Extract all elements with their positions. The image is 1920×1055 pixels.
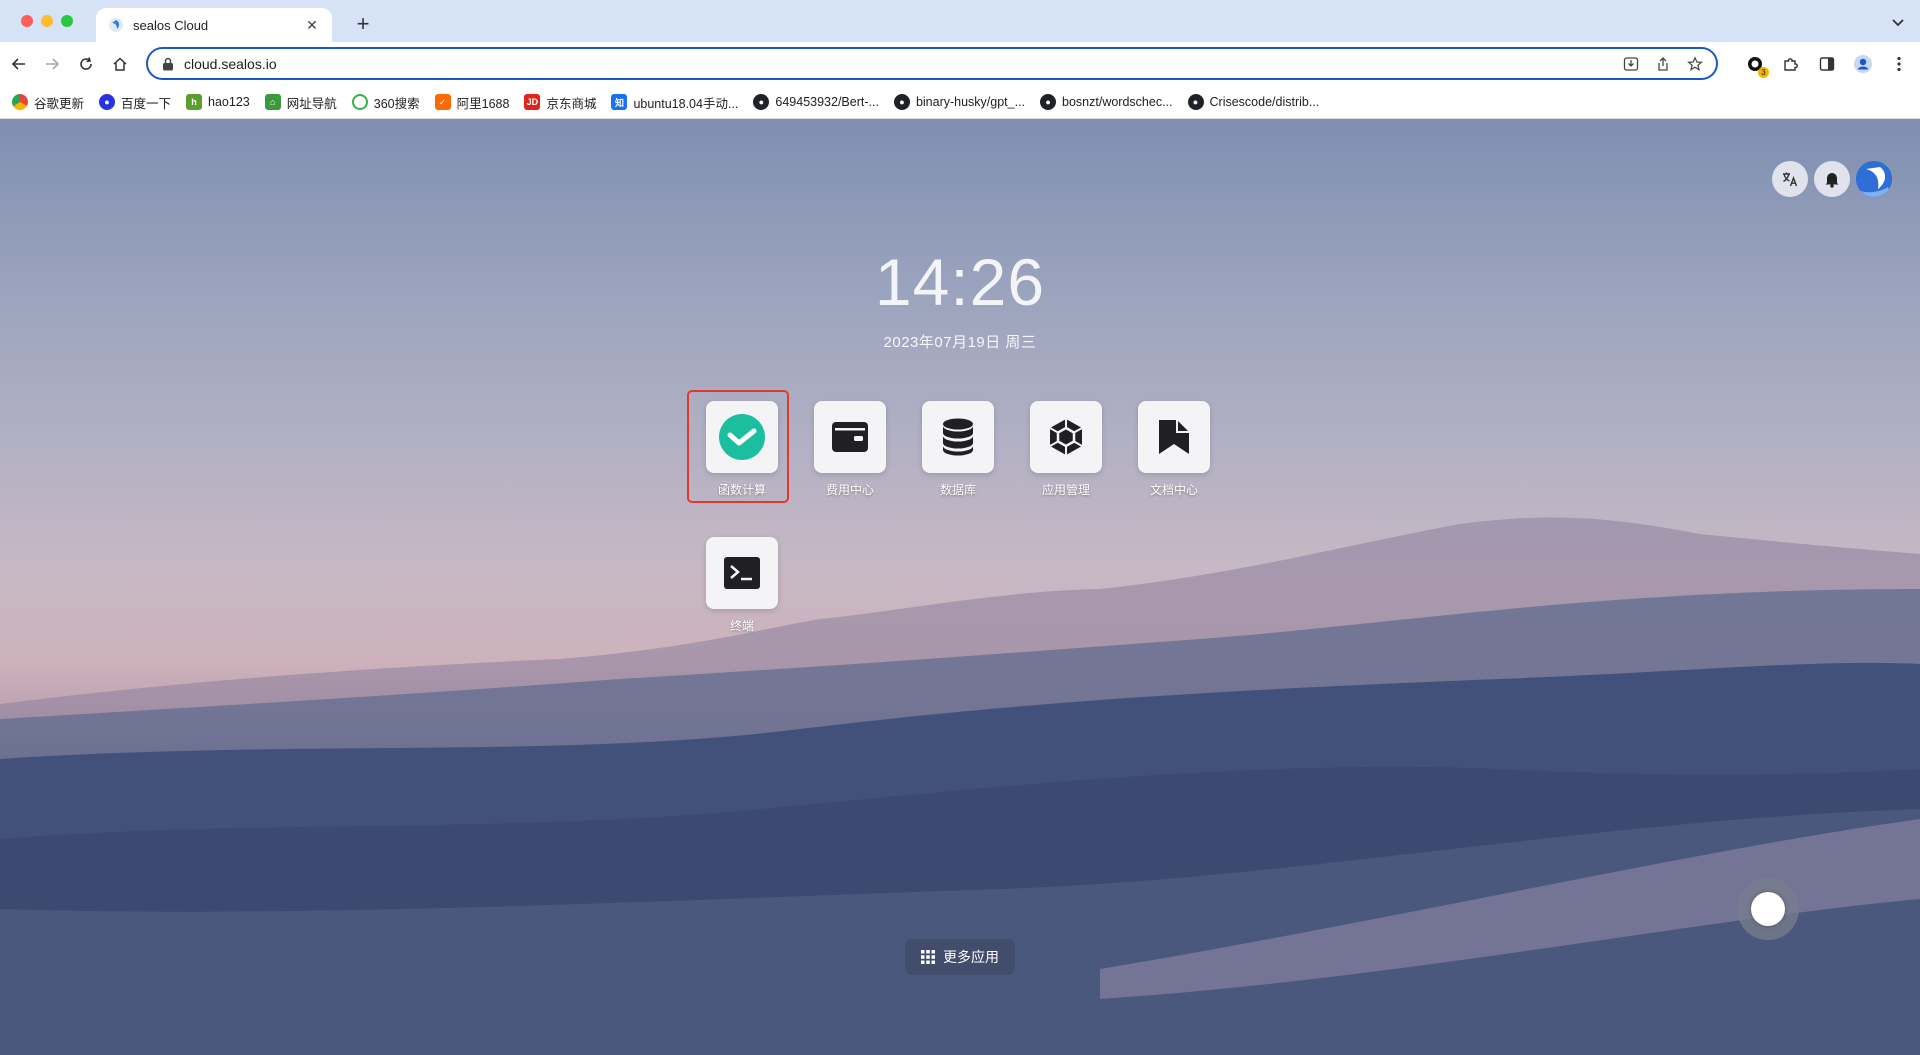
bookmark-label: 百度一下 — [121, 96, 172, 111]
app-label: 终端 — [729, 619, 754, 633]
bookmark-label: bosnzt/wordschec... — [1062, 95, 1173, 109]
url-text: cloud.sealos.io — [184, 55, 277, 72]
app-tile[interactable] — [1030, 401, 1102, 473]
bookmark-label: ubuntu18.04手动... — [633, 96, 739, 111]
bookmark-label: 网址导航 — [286, 96, 337, 111]
app-function-compute[interactable]: 函数计算 — [697, 401, 787, 498]
close-window-button[interactable] — [21, 15, 33, 27]
close-tab-icon[interactable]: ✕ — [304, 17, 320, 34]
zhihu-icon: 知 — [611, 94, 628, 110]
lock-icon — [163, 57, 173, 70]
app-database[interactable]: 数据库 — [913, 401, 1003, 498]
chevron-down-icon[interactable] — [1890, 14, 1906, 30]
bookmark-item[interactable]: ● bosnzt/wordschec... — [1040, 94, 1173, 110]
app-billing-center[interactable]: 费用中心 — [805, 401, 895, 498]
app-tile[interactable] — [706, 537, 778, 609]
laf-logo-icon — [719, 414, 765, 460]
app-tile[interactable] — [1138, 401, 1210, 473]
forward-icon[interactable] — [41, 53, 63, 75]
360-icon — [351, 94, 368, 110]
bookmark-label: 649453932/Bert-... — [775, 95, 879, 109]
language-translate-icon[interactable] — [1772, 161, 1808, 197]
app-label: 费用中心 — [825, 483, 874, 497]
bookmark-label: hao123 — [208, 95, 250, 109]
bookmark-label: 360搜索 — [373, 96, 420, 111]
database-icon — [943, 418, 973, 456]
bookmark-label: Crisescode/distrib... — [1209, 95, 1320, 109]
terminal-icon — [724, 557, 760, 589]
home-icon[interactable] — [109, 53, 131, 75]
bookmark-item[interactable]: ● binary-husky/gpt_... — [893, 94, 1026, 110]
hexagon-app-icon — [1049, 419, 1083, 455]
github-icon: ● — [753, 94, 770, 110]
bookmark-item[interactable]: ⌂ 网址导航 — [264, 93, 337, 112]
wallet-icon — [832, 422, 868, 452]
chrome-icon — [12, 94, 28, 110]
bookmark-star-icon[interactable] — [1686, 55, 1704, 73]
floating-assistive-button[interactable] — [1737, 878, 1799, 940]
bookmark-label: 阿里1688 — [456, 96, 510, 111]
desktop-date: 2023年07月19日 周三 — [883, 334, 1037, 351]
browser-toolbar: cloud.sealos.io 3 — [0, 42, 1920, 86]
bookmark-item[interactable]: h hao123 — [186, 94, 250, 110]
user-avatar[interactable] — [1856, 161, 1892, 197]
bookmark-item[interactable]: 360搜索 — [351, 93, 420, 112]
github-icon: ● — [893, 94, 910, 110]
more-apps-label: 更多应用 — [943, 949, 999, 965]
bookmark-label: binary-husky/gpt_... — [915, 95, 1026, 109]
new-tab-button[interactable]: + — [350, 12, 376, 38]
app-application-management[interactable]: 应用管理 — [1021, 401, 1111, 498]
github-icon: ● — [1187, 94, 1204, 110]
desktop-clock: 14:26 — [874, 245, 1046, 319]
app-tile[interactable] — [922, 401, 994, 473]
browser-titlebar: sealos Cloud ✕ + — [0, 0, 1920, 42]
maximize-window-button[interactable] — [61, 15, 73, 27]
app-terminal[interactable]: 终端 — [697, 537, 787, 634]
bookmark-item[interactable]: ● 649453932/Bert-... — [753, 94, 879, 110]
bookmark-item[interactable]: ✓ 阿里1688 — [434, 93, 510, 112]
bookmark-item[interactable]: ● 百度一下 — [99, 93, 171, 112]
share-icon[interactable] — [1654, 55, 1672, 73]
app-docs-center[interactable]: 文档中心 — [1129, 401, 1219, 498]
profile-icon[interactable] — [1852, 53, 1874, 75]
address-bar[interactable]: cloud.sealos.io — [146, 47, 1718, 80]
extension-badge: 3 — [1758, 67, 1769, 78]
bookmark-item[interactable]: 知 ubuntu18.04手动... — [611, 93, 738, 112]
bookmark-label: 京东商城 — [546, 96, 597, 111]
floating-button-knob — [1751, 892, 1785, 926]
hao123-icon: h — [186, 94, 203, 110]
bookmark-item[interactable]: 谷歌更新 — [12, 93, 84, 112]
1688-icon: ✓ — [434, 94, 451, 110]
app-tile[interactable] — [706, 401, 778, 473]
notification-bell-icon[interactable] — [1814, 161, 1850, 197]
jd-icon: JD — [524, 94, 541, 110]
browser-tab[interactable]: sealos Cloud ✕ — [96, 8, 332, 42]
grid-apps-icon — [921, 950, 935, 964]
sealos-favicon-icon — [109, 18, 123, 32]
more-apps-button[interactable]: 更多应用 — [905, 939, 1015, 975]
2345-icon: ⌂ — [264, 94, 281, 110]
extensions-puzzle-icon[interactable] — [1780, 53, 1802, 75]
baidu-icon: ● — [99, 94, 116, 110]
tab-title: sealos Cloud — [133, 17, 209, 33]
bookmarks-bar: 谷歌更新 ● 百度一下 h hao123 ⌂ 网址导航 360搜索 ✓ 阿里16… — [0, 86, 1920, 119]
back-icon[interactable] — [8, 53, 30, 75]
install-app-icon[interactable] — [1622, 55, 1640, 73]
reload-icon[interactable] — [75, 53, 97, 75]
minimize-window-button[interactable] — [41, 15, 53, 27]
docs-bookmark-icon — [1159, 420, 1189, 454]
app-label: 文档中心 — [1149, 483, 1198, 497]
app-tile[interactable] — [814, 401, 886, 473]
sealos-desktop: 14:26 2023年07月19日 周三 函数计算 费用中心 数据库 应用管理 … — [0, 119, 1920, 1055]
extension-icon[interactable]: 3 — [1744, 53, 1769, 78]
bookmark-item[interactable]: JD 京东商城 — [524, 93, 596, 112]
app-label: 函数计算 — [717, 483, 766, 497]
bookmark-item[interactable]: ● Crisescode/distrib... — [1187, 94, 1320, 110]
bookmark-label: 谷歌更新 — [34, 96, 85, 111]
app-label: 应用管理 — [1041, 483, 1090, 497]
github-icon: ● — [1040, 94, 1057, 110]
browser-menu-icon[interactable] — [1888, 53, 1910, 75]
app-label: 数据库 — [939, 483, 976, 497]
side-panel-icon[interactable] — [1816, 53, 1838, 75]
